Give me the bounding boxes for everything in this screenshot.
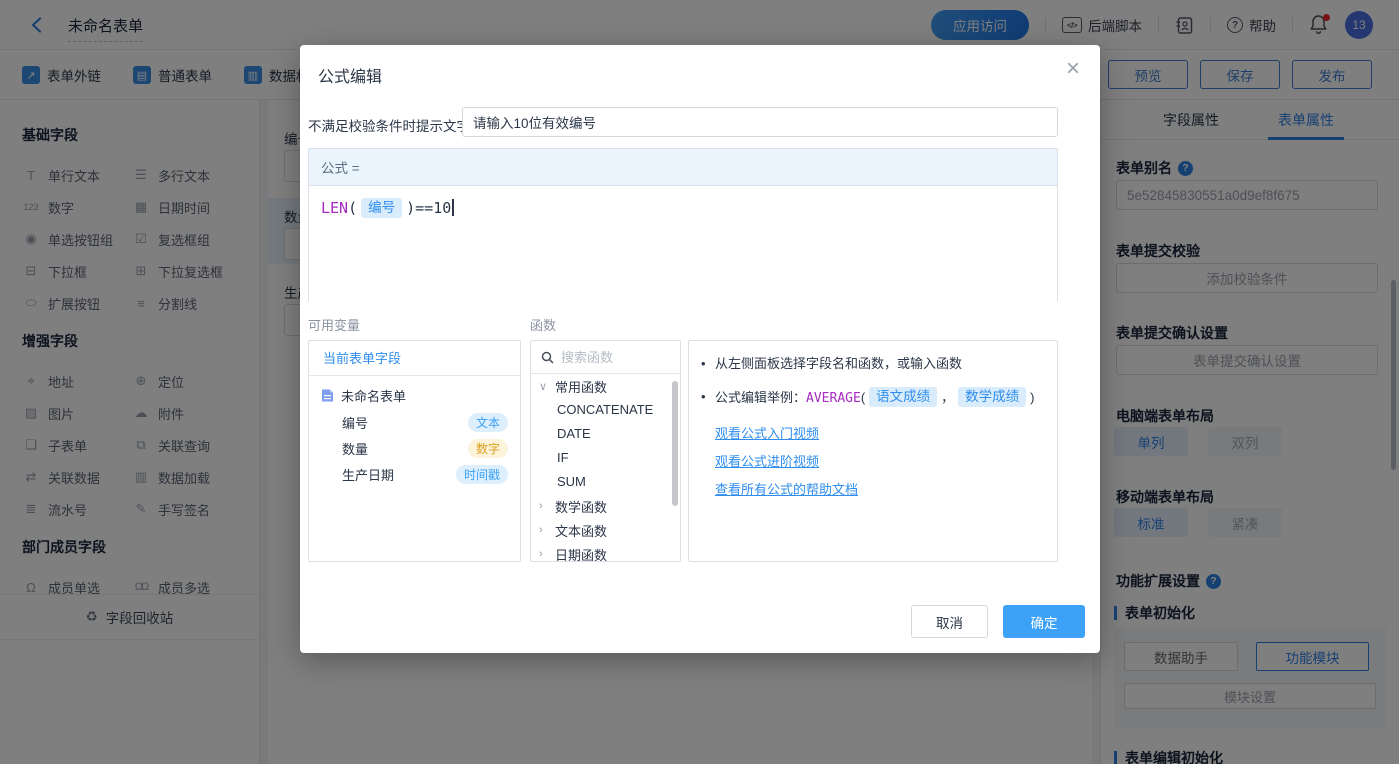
function-group-common[interactable]: ∨ 常用函数 bbox=[531, 374, 680, 398]
field-chip: 语文成绩 bbox=[869, 387, 937, 407]
type-badge-number: 数字 bbox=[468, 439, 508, 458]
function-group-text[interactable]: › 文本函数 bbox=[531, 518, 680, 542]
function-group-date[interactable]: › 日期函数 bbox=[531, 542, 680, 562]
paren-open: ( bbox=[348, 199, 357, 217]
caret-right-icon: › bbox=[539, 524, 549, 536]
group-label: 日期函数 bbox=[555, 545, 607, 563]
search-icon bbox=[541, 351, 554, 364]
form-designer-app: 未命名表单 应用访问 </> 后端脚本 ? 帮助 13 bbox=[0, 0, 1399, 764]
validation-message-label: 不满足校验条件时提示文字: bbox=[308, 115, 474, 135]
confirm-button[interactable]: 确定 bbox=[1003, 605, 1085, 638]
function-group-math[interactable]: › 数学函数 bbox=[531, 494, 680, 518]
variables-label: 可用变量 bbox=[308, 315, 360, 334]
variable-name: 编号 bbox=[342, 413, 368, 432]
function-item-sum[interactable]: SUM bbox=[531, 470, 680, 494]
variable-name: 生产日期 bbox=[342, 465, 394, 484]
formula-header: 公式 = bbox=[309, 149, 1057, 186]
caret-right-icon: › bbox=[539, 500, 549, 512]
field-chip[interactable]: 编号 bbox=[361, 198, 402, 218]
cancel-button[interactable]: 取消 bbox=[911, 605, 988, 638]
comma: ， bbox=[941, 390, 954, 405]
caret-down-icon: ∨ bbox=[539, 380, 549, 393]
variable-row[interactable]: 生产日期 时间戳 bbox=[309, 461, 520, 487]
field-chip: 数学成绩 bbox=[958, 387, 1026, 407]
type-badge-text: 文本 bbox=[468, 413, 508, 432]
caret-right-icon: › bbox=[539, 548, 549, 560]
link-advanced-video[interactable]: 观看公式进阶视频 bbox=[715, 451, 1057, 470]
current-form-fields-tab[interactable]: 当前表单字段 bbox=[309, 341, 520, 376]
paren-close: ) bbox=[406, 199, 415, 217]
form-tree-root[interactable]: 未命名表单 bbox=[309, 382, 520, 409]
example-prefix: 公式编辑举例： bbox=[715, 390, 806, 405]
group-label: 数学函数 bbox=[555, 497, 607, 516]
variables-panel: 当前表单字段 未命名表单 编号 文本 数量 数字 生产日期 时间戳 bbox=[308, 340, 521, 562]
example-function: AVERAGE bbox=[806, 391, 861, 406]
paren-open: ( bbox=[861, 390, 865, 405]
group-label: 常用函数 bbox=[555, 377, 607, 396]
group-label: 文本函数 bbox=[555, 521, 607, 540]
formula-editor[interactable]: LEN(编号)==10 bbox=[309, 186, 1057, 302]
function-search-input[interactable] bbox=[561, 350, 661, 365]
functions-panel: ∨ 常用函数 CONCATENATE DATE IF SUM › 数学函数 › … bbox=[530, 340, 681, 562]
formula-rest: ==10 bbox=[415, 199, 451, 217]
link-intro-video[interactable]: 观看公式入门视频 bbox=[715, 423, 1057, 442]
function-item-date[interactable]: DATE bbox=[531, 422, 680, 446]
formula-block: 公式 = LEN(编号)==10 bbox=[308, 148, 1058, 302]
function-list-scrollbar[interactable] bbox=[672, 381, 678, 506]
variable-name: 数量 bbox=[342, 439, 368, 458]
function-item-if[interactable]: IF bbox=[531, 446, 680, 470]
text-cursor bbox=[452, 199, 454, 216]
tree-root-label: 未命名表单 bbox=[341, 386, 406, 405]
variable-row[interactable]: 编号 文本 bbox=[309, 409, 520, 435]
formula-editor-modal: 公式编辑 × 不满足校验条件时提示文字: 公式 = LEN(编号)==10 可用… bbox=[300, 45, 1100, 653]
type-badge-timestamp: 时间戳 bbox=[456, 465, 508, 484]
variable-row[interactable]: 数量 数字 bbox=[309, 435, 520, 461]
function-item-concatenate[interactable]: CONCATENATE bbox=[531, 398, 680, 422]
modal-title: 公式编辑 bbox=[318, 63, 382, 87]
paren-close: ) bbox=[1030, 390, 1034, 405]
form-file-icon bbox=[321, 388, 334, 403]
help-tip: 从左侧面板选择字段名和函数，或输入函数 bbox=[689, 354, 1057, 374]
close-icon[interactable]: × bbox=[1066, 57, 1080, 81]
link-formula-docs[interactable]: 查看所有公式的帮助文档 bbox=[715, 479, 1057, 498]
help-panel: 从左侧面板选择字段名和函数，或输入函数 公式编辑举例：AVERAGE( 语文成绩 ，… bbox=[688, 340, 1058, 562]
function-search bbox=[531, 341, 680, 374]
function-name: LEN bbox=[321, 199, 348, 217]
functions-label: 函数 bbox=[530, 315, 556, 334]
help-example: 公式编辑举例：AVERAGE( 语文成绩 ， 数学成绩) bbox=[689, 387, 1057, 409]
validation-message-input[interactable] bbox=[462, 107, 1058, 137]
